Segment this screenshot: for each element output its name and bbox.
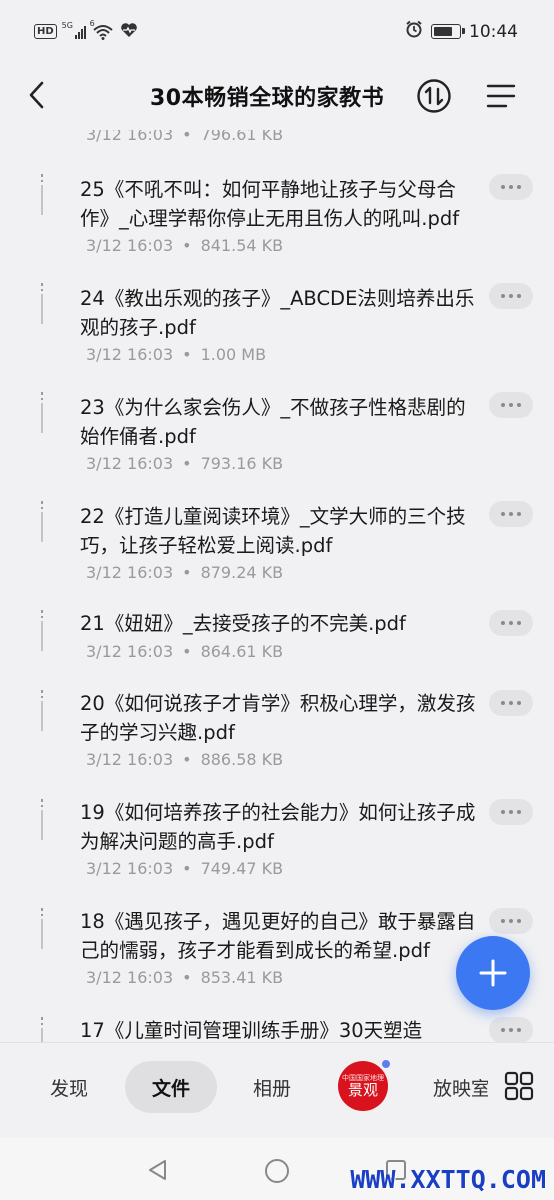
file-name: 21《妞妞》_去接受孩子的不完美.pdf: [80, 612, 406, 635]
tab-album[interactable]: 相册: [236, 1061, 308, 1113]
file-meta: 3/12 16:03 • 864.61 KB: [86, 642, 284, 661]
more-button[interactable]: [489, 1017, 533, 1042]
pdf-file-icon: [38, 174, 46, 224]
add-button[interactable]: [456, 936, 530, 1010]
file-size: 853.41 KB: [200, 968, 284, 987]
file-size: 841.54 KB: [200, 236, 284, 255]
pdf-file-icon: [38, 501, 46, 551]
signal-icon: 5G: [62, 21, 86, 39]
status-bar: HD 5G 6 10:44: [0, 0, 554, 62]
file-meta: 3/12 16:03 • 879.24 KB: [86, 563, 284, 582]
pdf-file-icon: [38, 799, 46, 849]
file-date: 3/12 16:03: [86, 968, 174, 987]
file-meta: 3/12 16:03 • 886.58 KB: [86, 750, 284, 769]
battery-icon: [431, 24, 465, 39]
file-name: 20《如何说孩子才肯学》积极心理学，激发孩子的学习兴趣.pdf: [80, 692, 476, 744]
file-date: 3/12 16:03: [86, 345, 174, 364]
status-left: HD 5G 6: [34, 19, 138, 41]
file-name: 23《为什么家会伤人》_不做孩子性格悲剧的始作俑者.pdf: [80, 396, 466, 448]
file-name: 25《不吼不叫：如何平静地让孩子与父母合作》_心理学帮你停止无用且伤人的吼叫.p…: [80, 178, 460, 230]
more-button[interactable]: [489, 610, 533, 636]
tab-cast[interactable]: 放映室: [424, 1061, 488, 1113]
pdf-file-icon: [38, 908, 46, 958]
brand-logo-main: 景观: [347, 1080, 378, 1099]
tab-files[interactable]: 文件: [125, 1061, 217, 1113]
circle-home-icon[interactable]: [264, 1158, 290, 1184]
more-button[interactable]: [489, 174, 533, 200]
file-meta: 3/12 16:03 • 793.16 KB: [86, 454, 284, 473]
file-date: 3/12 16:03: [86, 563, 174, 582]
back-button[interactable]: [20, 78, 54, 112]
menu-icon: [486, 84, 516, 108]
wifi-icon: 6: [90, 19, 114, 40]
tab-discover[interactable]: 发现: [30, 1061, 108, 1113]
network-label: 5G: [61, 20, 73, 30]
header: 30本畅销全球的家教书: [0, 62, 554, 130]
file-meta-partial: 3/12 16:03 • 796.61 KB: [86, 130, 284, 144]
pdf-file-icon: [38, 392, 46, 442]
pdf-file-icon: [38, 1017, 46, 1042]
file-name: 18《遇见孩子，遇见更好的自己》敢于暴露自己的懦弱，孩子才能看到成长的希望.pd…: [80, 910, 476, 962]
heart-rate-icon: [120, 22, 138, 41]
more-button[interactable]: [489, 690, 533, 716]
status-right: 10:44: [405, 20, 518, 43]
file-meta: 3/12 16:03 • 853.41 KB: [86, 968, 284, 987]
file-meta: 3/12 16:03 • 1.00 MB: [86, 345, 267, 364]
file-size: 793.16 KB: [200, 454, 284, 473]
file-size: 749.47 KB: [200, 859, 284, 878]
file-name: 22《打造儿童阅读环境》_文学大师的三个技巧，让孩子轻松爱上阅读.pdf: [80, 505, 466, 557]
grid-icon: [504, 1071, 534, 1101]
file-meta: 3/12 16:03 • 749.47 KB: [86, 859, 284, 878]
hd-badge: HD: [34, 24, 57, 39]
battery-fill: [434, 27, 452, 36]
sort-icon: [417, 79, 451, 113]
file-list[interactable]: 3/12 16:03 • 796.61 KB 25《不吼不叫：如何平静地让孩子与父母…: [0, 130, 554, 1042]
file-date: 3/12 16:03: [86, 750, 174, 769]
more-button[interactable]: [489, 908, 533, 934]
file-date: 3/12 16:03: [86, 454, 174, 473]
plus-icon: [479, 959, 507, 987]
grid-button[interactable]: [504, 1071, 534, 1101]
file-size: 1.00 MB: [200, 345, 267, 364]
chevron-left-icon: [29, 81, 44, 109]
file-name: 17《儿童时间管理训练手册》30天塑造: [80, 1019, 423, 1042]
system-nav-bar: WWW.XXTTQ.COM: [0, 1138, 554, 1200]
wifi-badge: 6: [89, 18, 95, 28]
more-button[interactable]: [489, 501, 533, 527]
page-title: 30本畅销全球的家教书: [150, 86, 385, 111]
file-name: 19《如何培养孩子的社会能力》如何让孩子成为解决问题的高手.pdf: [80, 801, 476, 853]
pdf-file-icon: [38, 690, 46, 740]
file-date: 3/12 16:03: [86, 642, 174, 661]
menu-button[interactable]: [484, 80, 518, 112]
file-date: 3/12 16:03: [86, 236, 174, 255]
file-size: 864.61 KB: [200, 642, 284, 661]
triangle-back-icon[interactable]: [146, 1158, 170, 1182]
file-name: 24《教出乐观的孩子》_ABCDE法则培养出乐观的孩子.pdf: [80, 287, 475, 339]
tab-cast-label: 放映室: [433, 1077, 488, 1100]
more-button[interactable]: [489, 283, 533, 309]
pdf-file-icon: [38, 610, 46, 660]
pdf-file-icon: [38, 283, 46, 333]
more-button[interactable]: [489, 799, 533, 825]
bottom-tab-bar: 发现 文件 相册 中国国家地理 景观 放映室: [0, 1042, 554, 1138]
file-size: 886.58 KB: [200, 750, 284, 769]
watermark: WWW.XXTTQ.COM: [350, 1165, 546, 1194]
alarm-icon: [405, 20, 423, 43]
more-button[interactable]: [489, 392, 533, 418]
file-meta: 3/12 16:03 • 841.54 KB: [86, 236, 284, 255]
sort-button[interactable]: [416, 78, 452, 114]
file-date: 3/12 16:03: [86, 859, 174, 878]
clock-time: 10:44: [469, 21, 518, 42]
brand-logo[interactable]: 中国国家地理 景观: [338, 1061, 388, 1111]
file-size: 879.24 KB: [200, 563, 284, 582]
notification-dot: [381, 1059, 391, 1069]
